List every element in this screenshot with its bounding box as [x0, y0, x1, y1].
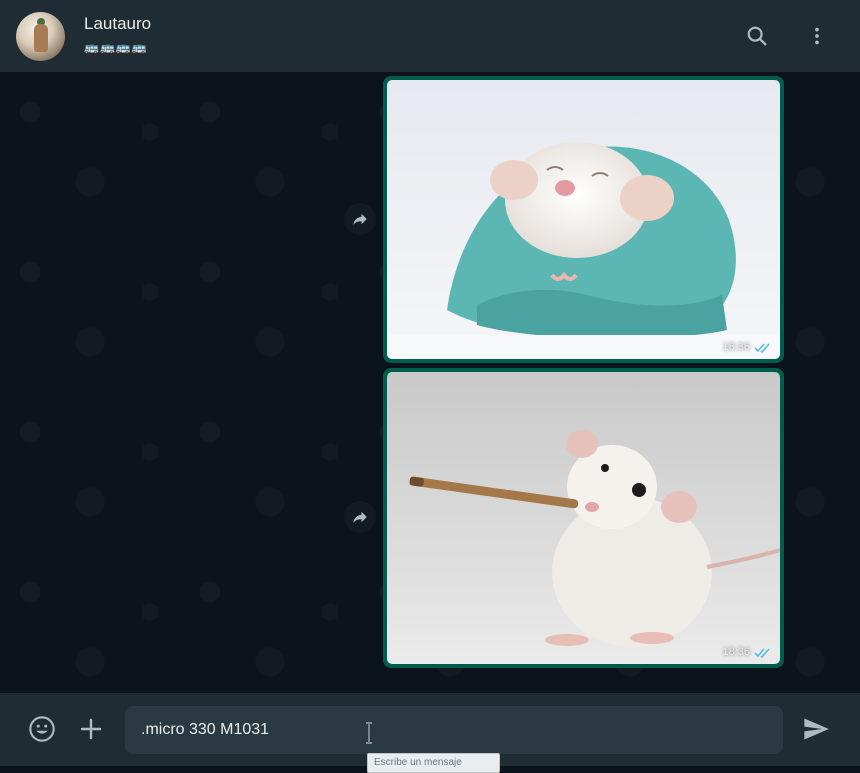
more-vertical-icon	[815, 27, 819, 45]
image-message[interactable]: 18:36	[383, 368, 784, 668]
message-meta: 18:36	[722, 341, 772, 353]
attach-button[interactable]	[73, 711, 109, 747]
search-button[interactable]	[739, 18, 775, 54]
message-time: 18:36	[722, 341, 750, 353]
message-input[interactable]	[125, 706, 783, 754]
message-image[interactable]	[387, 372, 780, 664]
chat-header: Lautauro 🚌🚌🚌🚌	[0, 0, 860, 72]
emoji-icon	[29, 716, 55, 742]
contact-name[interactable]: Lautauro	[84, 14, 151, 34]
chat-area[interactable]: 18:36 18:36	[0, 72, 860, 693]
emoji-button[interactable]	[24, 711, 60, 747]
menu-button[interactable]	[799, 18, 835, 54]
forward-button[interactable]	[344, 203, 376, 235]
message-time: 18:36	[722, 646, 750, 658]
plus-icon	[80, 718, 102, 740]
message-meta: 18:36	[722, 646, 772, 658]
image-message[interactable]: 18:36	[383, 76, 784, 363]
text-cursor-icon	[366, 722, 372, 744]
input-tooltip: Escribe un mensaje	[367, 753, 500, 773]
forward-icon	[353, 511, 367, 523]
message-image[interactable]	[387, 80, 780, 359]
contact-status: 🚌🚌🚌🚌	[84, 40, 148, 54]
contact-avatar[interactable]	[16, 12, 65, 61]
forward-icon	[353, 213, 367, 225]
forward-button[interactable]	[344, 501, 376, 533]
send-button[interactable]	[798, 711, 834, 747]
double-check-icon	[754, 342, 770, 353]
send-icon	[804, 718, 829, 740]
search-icon	[747, 26, 767, 46]
double-check-icon	[754, 647, 770, 658]
